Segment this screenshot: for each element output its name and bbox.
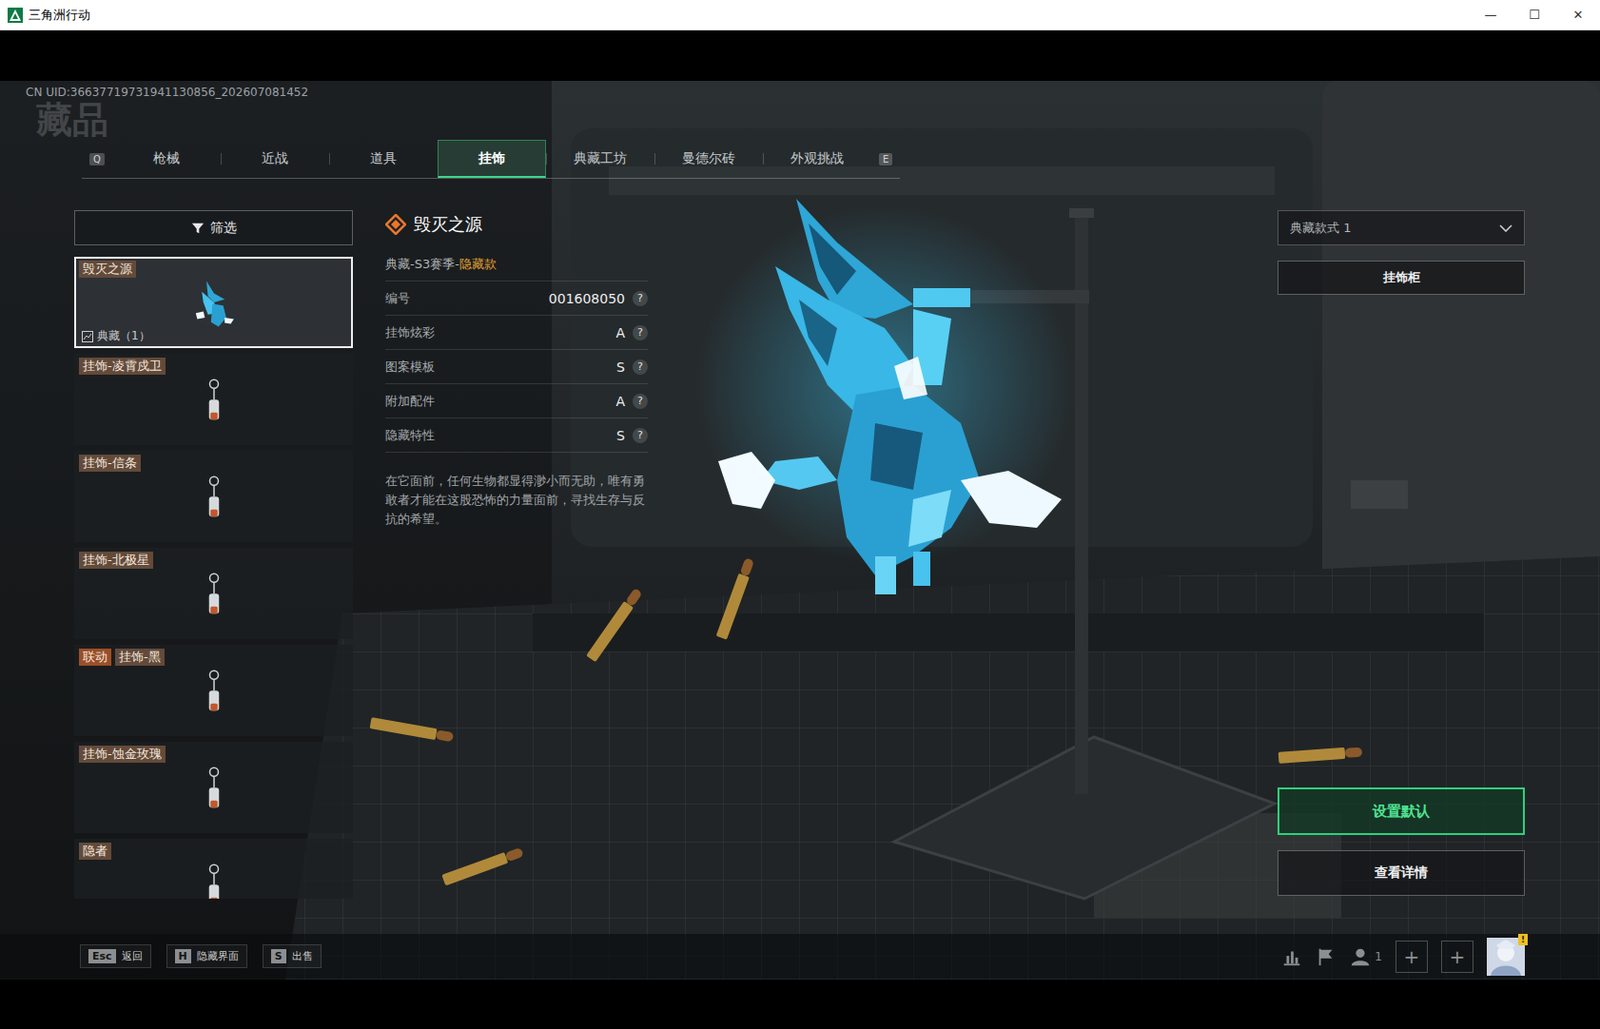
item-card[interactable]: 挂饰-凌霄戍卫 (74, 353, 353, 446)
category-tab[interactable]: 典藏工坊 (546, 139, 655, 178)
item-title: 毁灭之源 (413, 213, 483, 236)
series-label: 典藏-S3赛季-隐藏款 (385, 247, 648, 282)
charm-icon (199, 376, 229, 430)
item-description: 在它面前，任何生物都显得渺小而无助，唯有勇敢者才能在这股恐怖的力量面前，寻找生存… (385, 471, 648, 529)
stat-row: 附加配件A? (385, 384, 648, 419)
category-tab[interactable]: 外观挑战 (762, 139, 872, 178)
action-button[interactable]: 查看详情 (1277, 850, 1525, 897)
bullet (370, 717, 455, 743)
category-tab[interactable]: 道具 (329, 139, 438, 178)
hotkey-button[interactable]: S出售 (262, 944, 322, 969)
charm-icon (199, 473, 229, 527)
cutting-mat (285, 556, 1600, 980)
charm-icon (199, 764, 229, 819)
flag-icon[interactable] (1315, 946, 1337, 968)
charm-icon (199, 667, 229, 722)
filter-button[interactable]: 筛选 (74, 210, 353, 246)
uid-label: CN UID:36637719731941130856_202607081452 (25, 84, 1525, 100)
style-dropdown[interactable]: 典藏款式 1 (1277, 210, 1525, 246)
collection-icon (81, 331, 94, 343)
stat-row: 挂饰炫彩A? (385, 315, 648, 351)
window-control-button[interactable]: — (1468, 0, 1513, 30)
charm-icon (199, 570, 229, 625)
letterbox-bottom (0, 979, 1600, 1029)
action-button[interactable]: 设置默认 (1277, 787, 1525, 836)
help-button[interactable]: ? (632, 359, 648, 375)
party-count[interactable]: 1 (1349, 946, 1383, 968)
item-list: 毁灭之源典藏（1）挂饰-凌霄戍卫挂饰-信条挂饰-北极星联动挂饰-黑挂饰-蚀金玫瑰… (74, 256, 353, 899)
stat-row: 隐藏特性S? (385, 418, 648, 453)
bullet (585, 586, 644, 663)
dragon-charm-icon (189, 279, 239, 333)
help-button[interactable]: ? (632, 325, 648, 341)
item-card[interactable]: 挂饰-蚀金玫瑰 (74, 741, 353, 834)
item-sidebar: 筛选毁灭之源典藏（1）挂饰-凌霄戍卫挂饰-信条挂饰-北极星联动挂饰-黑挂饰-蚀金… (74, 210, 353, 899)
stat-row: 图案模板S? (385, 350, 648, 385)
next-tab-key[interactable]: E (878, 153, 893, 166)
letterbox-top (0, 30, 1600, 81)
prev-tab-key[interactable]: Q (89, 153, 105, 166)
game-scene: CN UID:36637719731941130856_202607081452… (0, 80, 1600, 980)
item-name: 挂饰-蚀金玫瑰 (78, 745, 166, 763)
charm-icon (199, 861, 229, 899)
item-card[interactable]: 联动挂饰-黑 (74, 644, 353, 737)
item-name: 挂饰-北极星 (78, 551, 154, 569)
item-name: 挂饰-凌霄戍卫 (78, 357, 166, 375)
chevron-down-icon (1499, 224, 1513, 233)
item-card[interactable]: 挂饰-北极星 (74, 547, 353, 640)
rarity-diamond-icon (385, 214, 407, 235)
bullet (441, 846, 525, 886)
item-name: 毁灭之源 (78, 260, 137, 278)
item-name: 挂饰-黑 (115, 648, 165, 666)
add-teammate-button[interactable]: + (1441, 940, 1474, 974)
item-count: 典藏（1） (78, 328, 349, 345)
bullet (1278, 746, 1364, 764)
item-card[interactable]: 挂饰-信条 (74, 450, 353, 543)
bottom-bar: Esc返回 H隐藏界面 S出售 1 + +! (0, 934, 1600, 979)
hotkey-button[interactable]: H隐藏界面 (166, 944, 248, 969)
window-control-button[interactable]: ✕ (1556, 0, 1600, 30)
collab-tag: 联动 (78, 648, 112, 666)
window-title: 三角洲行动 (28, 6, 91, 24)
item-name: 隐者 (78, 842, 112, 860)
add-teammate-button[interactable]: + (1395, 940, 1428, 974)
help-button[interactable]: ? (632, 393, 648, 410)
category-tab[interactable]: 枪械 (112, 139, 221, 178)
help-button[interactable]: ? (632, 291, 648, 307)
help-button[interactable]: ? (632, 428, 648, 444)
dragon-charm (694, 198, 1075, 595)
person-icon (1349, 946, 1371, 968)
category-tab[interactable]: 曼德尔砖 (654, 139, 763, 178)
category-tabs: Q 枪械近战道具挂饰典藏工坊曼德尔砖外观挑战 E (81, 139, 900, 179)
page-title: 藏品 (36, 99, 1525, 140)
app-window: 三角洲行动 —☐✕ CN UID:36637719731941130856_2026… (0, 0, 1600, 1029)
stat-row: 编号001608050? (385, 281, 648, 316)
window-control-button[interactable]: ☐ (1512, 0, 1557, 30)
category-tab[interactable]: 挂饰 (437, 139, 547, 178)
item-card[interactable]: 毁灭之源典藏（1） (74, 256, 353, 349)
app-logo-icon (7, 7, 23, 23)
action-panel: 典藏款式 1 挂饰柜设置默认查看详情 (1277, 210, 1525, 899)
stats-chart-icon[interactable] (1281, 946, 1303, 968)
player-avatar[interactable]: ! (1486, 937, 1525, 976)
cabinet-button[interactable]: 挂饰柜 (1277, 260, 1525, 295)
detail-panel: 毁灭之源典藏-S3赛季-隐藏款编号001608050?挂饰炫彩A?图案模板S?附… (385, 210, 648, 899)
filter-icon (191, 221, 205, 235)
title-bar: 三角洲行动 —☐✕ (0, 0, 1600, 31)
hotkey-button[interactable]: Esc返回 (79, 944, 152, 969)
item-name: 挂饰-信条 (78, 454, 141, 472)
category-tab[interactable]: 近战 (220, 139, 330, 178)
preview-stage[interactable] (647, 210, 1278, 899)
bullet (716, 557, 756, 641)
notification-badge: ! (1518, 934, 1528, 946)
item-card[interactable]: 隐者 (74, 839, 353, 899)
